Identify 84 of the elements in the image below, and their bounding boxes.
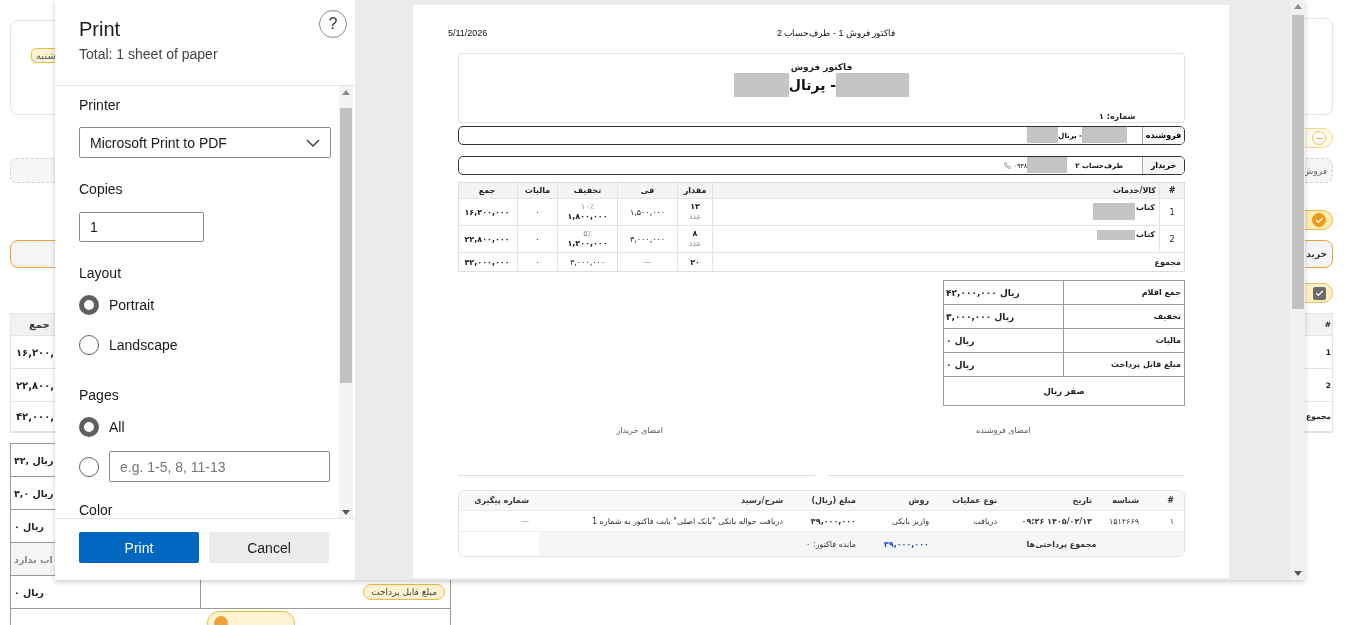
unit-label: عدد <box>688 212 702 222</box>
party-label: فروشنده <box>1142 127 1184 144</box>
discount-amount: ۱,۸۰۰,۰۰۰ <box>567 212 608 222</box>
quantity: ۸ <box>692 229 698 239</box>
tax-cell: ۰ <box>517 226 557 252</box>
column-header: فی <box>617 183 677 198</box>
quantity-total: ۲۰ <box>677 253 712 271</box>
summary-value: ۴۲,۰۰۰,۰۰۰ ریال <box>945 286 1021 301</box>
column-header: کالا/خدمات <box>712 183 1159 198</box>
tracking-number: — <box>520 515 530 528</box>
column-header: روش <box>907 495 930 507</box>
footer-label: مجموع <box>712 253 1184 271</box>
column-header: # <box>1159 183 1184 198</box>
payment-date: ۱۴۰۵/۰۲/۱۳ ۰۹:۲۶ <box>1020 515 1093 528</box>
printer-select[interactable]: Microsoft Print to PDF <box>79 127 331 158</box>
summary-label: تخفیف <box>1063 305 1184 328</box>
invoice-caption: فاکتور فروش <box>790 62 853 72</box>
company-name: - پرتال <box>788 77 837 93</box>
column-header: نوع عملیات <box>951 495 998 507</box>
field-label: Layout <box>79 265 123 281</box>
page-title: فاکتور فروش 1 - طرف‌حساب 2 <box>775 28 897 38</box>
summary-value: ۳,۰۰۰,۰۰۰ ریال <box>945 310 1016 324</box>
row-number: 1 <box>1159 199 1184 225</box>
payment-type: دریافت <box>972 515 998 528</box>
payment-description: دریافت حواله بانکی "بانک اصلی" بابت فاکتور به شماره 1 <box>590 515 784 528</box>
payments-total-label: مجموع پرداختی‌ها <box>939 532 1184 556</box>
discount-percent: ۱۰٪ <box>581 202 594 212</box>
tax-cell: ۰ <box>517 253 557 271</box>
summary-label: جمع اقلام <box>1063 281 1184 304</box>
field-label: Pages <box>79 387 120 403</box>
dialog-title: Print <box>79 18 122 41</box>
invoice-number: شماره: ۱ <box>1099 112 1136 121</box>
payments-total: ۳۹,۰۰۰,۰۰۰ <box>866 532 939 556</box>
signature-label: امضای خریدار <box>615 426 665 435</box>
column-header: مقدار <box>677 183 712 198</box>
price-cell: — <box>617 253 677 271</box>
column-header: تاریخ <box>1071 495 1093 507</box>
cancel-button[interactable]: Cancel <box>209 532 329 563</box>
column-header: شرح/رسید <box>740 495 784 507</box>
copies-field[interactable]: 1 <box>79 212 204 242</box>
column-header: جمع <box>477 185 497 197</box>
column-header: شناسه <box>1111 495 1140 507</box>
print-date: 5/11/2026 <box>448 28 488 38</box>
row-number: ۱ <box>1168 515 1175 528</box>
total-cell-text: ۴۲,۰۰۰,۰۰۰ <box>463 256 511 269</box>
radio-label[interactable]: Portrait <box>109 297 155 313</box>
column-header: مالیات <box>517 183 557 198</box>
radio-label[interactable]: All <box>109 419 125 435</box>
print-button[interactable]: Print <box>79 532 199 563</box>
payable-badge: مبلغ قابل پرداخت <box>363 584 445 600</box>
summary-label: مبلغ قابل پرداخت <box>1063 353 1184 376</box>
tax-cell: ۰ <box>517 199 557 225</box>
total-cell-text: ۲۲,۸۰۰,۰۰۰ <box>463 233 511 246</box>
field-label: Copies <box>79 181 124 197</box>
signature-label: امضای فروشنده <box>975 426 1032 435</box>
payment-method: واریز بانکی <box>890 515 930 528</box>
total-cell-text: ۱۶,۲۰۰,۰۰۰ <box>463 206 511 219</box>
item-name: کتاب <box>1136 230 1155 240</box>
item-name: کتاب <box>1136 203 1155 213</box>
summary-value: ۰ ریال <box>945 334 976 349</box>
quantity: ۱۲ <box>690 202 700 212</box>
remaining-balance: مانده فاکتور: ۰ <box>793 532 866 556</box>
summary-label: مالیات <box>1063 329 1184 352</box>
column-header: تخفیف <box>557 183 617 198</box>
column-header: شماره پیگیری <box>473 495 530 507</box>
payment-amount: ۳۹,۰۰۰,۰۰۰ <box>809 515 857 528</box>
discount-amount: ۱,۲۰۰,۰۰۰ <box>567 239 608 249</box>
field-label: Printer <box>79 97 122 113</box>
discount-total: ۳,۰۰۰,۰۰۰ <box>557 253 617 271</box>
party-label: خریدار <box>1142 157 1184 174</box>
page-range-field[interactable]: e.g. 1-5, 8, 11-13 <box>109 451 330 482</box>
column-header: # <box>1166 495 1175 507</box>
radio-label[interactable]: Landscape <box>109 337 178 353</box>
row-number: 2 <box>1159 226 1184 252</box>
price-cell: ۳,۰۰۰,۰۰۰ <box>617 226 677 252</box>
summary-value: ۰ ریال <box>945 358 976 373</box>
payment-id: ۱۵۱۴۶۶۹ <box>1107 515 1140 528</box>
column-header: مبلغ (ریال) <box>810 495 857 507</box>
sheet-summary: Total: 1 sheet of paper <box>79 46 218 62</box>
help-button[interactable]: ? <box>319 10 347 38</box>
discount-percent: ۵٪ <box>583 229 592 239</box>
amount-in-words: صفر ریال <box>1042 385 1086 399</box>
price-cell: ۱,۵۰۰,۰۰۰ <box>617 199 677 225</box>
unit-label: عدد <box>688 239 702 249</box>
